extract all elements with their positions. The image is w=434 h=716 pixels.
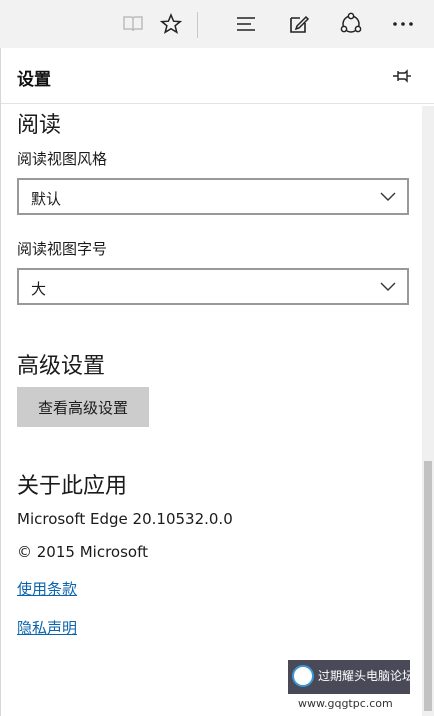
- about-heading: 关于此应用: [17, 474, 128, 499]
- chevron-down-icon: [379, 189, 397, 205]
- reading-style-value: 默认: [31, 190, 62, 208]
- chevron-down-icon: [379, 279, 397, 295]
- view-advanced-settings-button[interactable]: 查看高级设置: [17, 387, 149, 427]
- share-icon[interactable]: [335, 8, 367, 40]
- reading-heading: 阅读: [17, 113, 62, 138]
- watermark-url: www.gqgtpc.com: [298, 697, 393, 710]
- reading-view-icon[interactable]: [117, 8, 149, 40]
- panel-title: 设置: [17, 70, 51, 90]
- watermark-logo-icon: [292, 665, 314, 687]
- favorites-star-icon[interactable]: [155, 8, 187, 40]
- scrollbar[interactable]: [422, 106, 434, 716]
- browser-toolbar: [0, 0, 434, 48]
- reading-font-size-label: 阅读视图字号: [17, 240, 108, 258]
- reading-style-label: 阅读视图风格: [17, 150, 108, 168]
- reading-font-size-select[interactable]: 大: [17, 268, 409, 305]
- watermark-badge: 过期耀头电脑论坛: [288, 660, 414, 694]
- toolbar-separator: [197, 12, 198, 38]
- advanced-settings-heading: 高级设置: [17, 354, 106, 379]
- terms-of-use-link[interactable]: 使用条款: [17, 578, 77, 599]
- settings-panel: 设置 阅读 阅读视图风格 默认 阅读视图字号 大 高级设置 查看高级设置 关于此…: [0, 48, 434, 716]
- privacy-statement-link[interactable]: 隐私声明: [17, 617, 77, 638]
- hub-icon[interactable]: [230, 8, 262, 40]
- pin-icon[interactable]: [390, 64, 414, 88]
- panel-header: 设置: [1, 48, 434, 104]
- reading-font-size-value: 大: [31, 280, 47, 298]
- scrollbar-thumb[interactable]: [424, 461, 432, 711]
- version-text: Microsoft Edge 20.10532.0.0: [17, 510, 233, 528]
- copyright-text: © 2015 Microsoft: [17, 543, 148, 561]
- watermark-text: 过期耀头电脑论坛: [318, 669, 415, 683]
- reading-style-select[interactable]: 默认: [17, 178, 409, 215]
- web-note-icon[interactable]: [283, 8, 315, 40]
- more-icon[interactable]: [387, 8, 419, 40]
